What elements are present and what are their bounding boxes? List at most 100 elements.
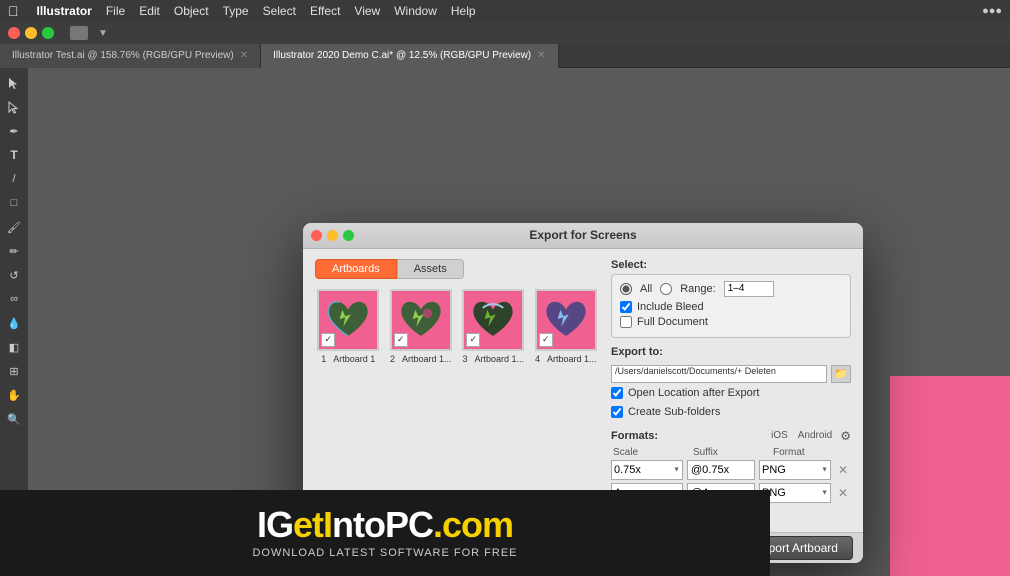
menu-file[interactable]: File xyxy=(106,4,125,18)
range-label: Range: xyxy=(680,283,715,295)
radio-row-all: All Range: xyxy=(620,281,842,297)
tool-line[interactable]: / xyxy=(3,168,25,190)
tool-blend[interactable]: ∞ xyxy=(3,288,25,310)
gear-icon[interactable]: ⚙ xyxy=(840,429,851,443)
tool-rect[interactable]: □ xyxy=(3,192,25,214)
col-header-scale: Scale xyxy=(613,447,693,458)
formats-header: Formats: iOS Android ⚙ xyxy=(611,429,851,443)
tab-test-ai[interactable]: Illustrator Test.ai @ 158.76% (RGB/GPU P… xyxy=(0,44,261,68)
create-subfolders-row: Create Sub-folders xyxy=(611,406,851,418)
window-controls-row: ▼ xyxy=(0,22,1010,44)
tool-paintbrush[interactable]: 🖌 xyxy=(3,216,25,238)
include-bleed-row: Include Bleed xyxy=(620,301,842,313)
modal-close-button[interactable] xyxy=(311,230,322,241)
modal-titlebar: Export for Screens xyxy=(303,223,863,249)
menu-effect[interactable]: Effect xyxy=(310,4,340,18)
export-path-row: /Users/danielscott/Documents/+ Deleten 📁 xyxy=(611,365,851,383)
range-value-input[interactable] xyxy=(724,281,774,297)
menu-bar-right: ●●● xyxy=(982,5,1002,17)
artboard-check-3[interactable]: ✓ xyxy=(466,333,480,347)
modal-title: Export for Screens xyxy=(529,228,636,242)
format-select-1[interactable]: PNG SVG PDF JPEG xyxy=(759,460,831,480)
tab-close-0[interactable]: ✕ xyxy=(240,50,248,61)
igetintopc-banner: IGetIntoPC.com Download Latest Software … xyxy=(0,490,770,576)
modal-maximize-button[interactable] xyxy=(343,230,354,241)
tool-type[interactable]: T xyxy=(3,144,25,166)
folder-browse-button[interactable]: 📁 xyxy=(831,365,851,383)
export-to-section: Export to: /Users/danielscott/Documents/… xyxy=(611,346,851,421)
background-artboard xyxy=(890,376,1010,576)
home-icon[interactable] xyxy=(70,26,88,40)
artboard-label-3: 3 Artboard 1... xyxy=(462,354,524,364)
artboard-label-1: 1 Artboard 1 xyxy=(321,354,375,364)
menu-edit[interactable]: Edit xyxy=(139,4,160,18)
col-header-suffix: Suffix xyxy=(693,447,773,458)
tool-pen[interactable]: ✒ xyxy=(3,120,25,142)
artboard-item-1[interactable]: ✓ 1 Artboard 1 xyxy=(315,289,382,364)
artboard-check-4[interactable]: ✓ xyxy=(539,333,553,347)
toolbar-dropdown-arrow[interactable]: ▼ xyxy=(98,28,108,39)
tab-bar: Illustrator Test.ai @ 158.76% (RGB/GPU P… xyxy=(0,44,1010,68)
menu-window[interactable]: Window xyxy=(394,4,437,18)
tool-pencil[interactable]: ✏ xyxy=(3,240,25,262)
create-subfolders-checkbox[interactable] xyxy=(611,406,623,418)
tool-rotate[interactable]: ↺ xyxy=(3,264,25,286)
close-button[interactable] xyxy=(8,27,20,39)
format-row-1: 0.75x 1x 2x 3x 4x PNG SVG xyxy=(611,460,851,480)
menu-bar:  Illustrator File Edit Object Type Sele… xyxy=(0,0,1010,22)
artboard-item-2[interactable]: ✓ 2 Artboard 1... xyxy=(388,289,455,364)
ios-label[interactable]: iOS xyxy=(771,430,788,441)
scale-select-1[interactable]: 0.75x 1x 2x 3x 4x xyxy=(611,460,683,480)
menu-object[interactable]: Object xyxy=(174,4,209,18)
android-label[interactable]: Android xyxy=(798,430,832,441)
tab-demo-ai[interactable]: Illustrator 2020 Demo C.ai* @ 12.5% (RGB… xyxy=(261,44,558,68)
formats-label: Formats: xyxy=(611,430,771,442)
modal-left-panel: Artboards Assets xyxy=(315,259,599,522)
tool-zoom[interactable]: 🔍 xyxy=(3,408,25,430)
radio-all[interactable] xyxy=(620,283,632,295)
include-bleed-checkbox[interactable] xyxy=(620,301,632,313)
app-name: Illustrator xyxy=(37,4,92,18)
tool-gradient[interactable]: ◧ xyxy=(3,336,25,358)
menu-help[interactable]: Help xyxy=(451,4,476,18)
full-document-row: Full Document xyxy=(620,316,842,328)
modal-minimize-button[interactable] xyxy=(327,230,338,241)
artboard-label-2: 2 Artboard 1... xyxy=(390,354,452,364)
open-location-row: Open Location after Export xyxy=(611,387,851,399)
tool-select[interactable] xyxy=(3,72,25,94)
formats-col-headers: Scale Suffix Format xyxy=(611,447,851,458)
artboard-check-1[interactable]: ✓ xyxy=(321,333,335,347)
tool-mesh[interactable]: ⊞ xyxy=(3,360,25,382)
tool-eyedropper[interactable]: 💧 xyxy=(3,312,25,334)
scale-select-wrapper-1: 0.75x 1x 2x 3x 4x xyxy=(611,460,683,480)
full-document-label: Full Document xyxy=(637,316,708,328)
select-section: Select: All Range: Include Bleed xyxy=(611,259,851,338)
tool-hand[interactable]: ✋ xyxy=(3,384,25,406)
format-row-close-1[interactable]: ✕ xyxy=(835,462,851,478)
tool-direct-select[interactable] xyxy=(3,96,25,118)
apple-menu[interactable]:  xyxy=(8,3,19,19)
traffic-lights xyxy=(8,27,54,39)
menu-type[interactable]: Type xyxy=(223,4,249,18)
select-label: Select: xyxy=(611,259,851,271)
export-path-display: /Users/danielscott/Documents/+ Deleten xyxy=(611,365,827,383)
artboard-item-3[interactable]: ✓ 3 Artboard 1... xyxy=(460,289,527,364)
modal-traffic-lights xyxy=(311,230,354,241)
format-row-close-2[interactable]: ✕ xyxy=(835,485,851,501)
suffix-input-1[interactable] xyxy=(687,460,755,480)
tab-close-1[interactable]: ✕ xyxy=(537,50,545,61)
tab-artboards[interactable]: Artboards xyxy=(315,259,397,279)
artboard-thumb-1: ✓ xyxy=(317,289,379,351)
open-location-checkbox[interactable] xyxy=(611,387,623,399)
artboard-grid: ✓ 1 Artboard 1 xyxy=(315,289,599,364)
menu-view[interactable]: View xyxy=(354,4,380,18)
create-subfolders-label: Create Sub-folders xyxy=(628,406,720,418)
radio-range[interactable] xyxy=(660,283,672,295)
minimize-button[interactable] xyxy=(25,27,37,39)
menu-select[interactable]: Select xyxy=(263,4,296,18)
full-document-checkbox[interactable] xyxy=(620,316,632,328)
maximize-button[interactable] xyxy=(42,27,54,39)
artboard-check-2[interactable]: ✓ xyxy=(394,333,408,347)
tab-assets[interactable]: Assets xyxy=(397,259,464,279)
artboard-item-4[interactable]: ✓ 4 Artboard 1... xyxy=(533,289,600,364)
